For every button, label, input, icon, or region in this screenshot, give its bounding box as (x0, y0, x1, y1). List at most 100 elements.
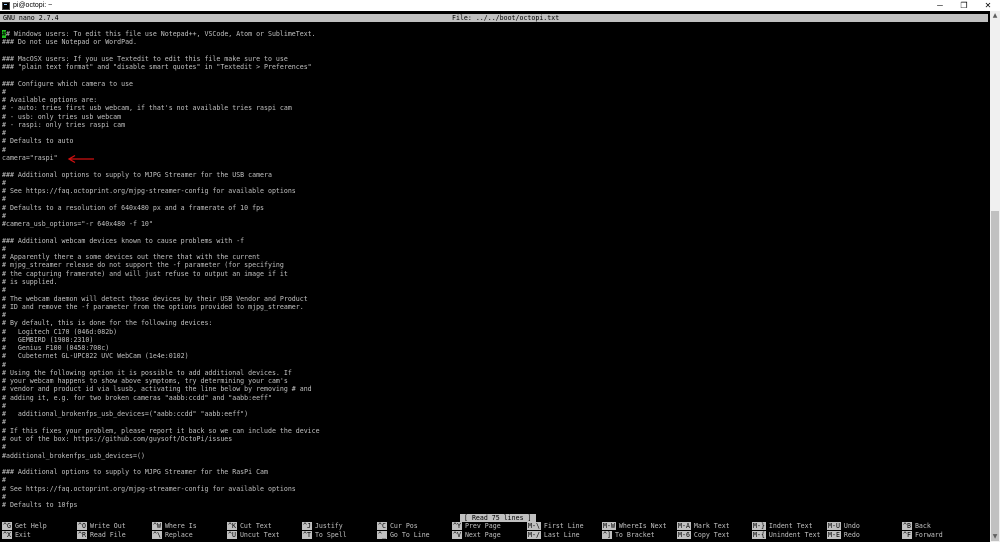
shortcut-indent-text[interactable]: M-} Indent Text (752, 522, 813, 531)
shortcut-undo[interactable]: M-U Undo (827, 522, 860, 531)
shortcut-key: ^B (902, 522, 912, 530)
editor-line: ### MacOSX users: If you use Textedit to… (2, 54, 288, 63)
editor-line: # (2, 443, 6, 452)
editor-line: ### Additional webcam devices known to c… (2, 236, 245, 245)
shortcut-key: ^J (302, 522, 312, 530)
shortcut-cut-text[interactable]: ^K Cut Text (227, 522, 272, 531)
editor-line: # The webcam daemon will detect those de… (2, 294, 308, 303)
shortcut-label: To Spell (314, 531, 347, 539)
shortcut-read-file[interactable]: ^R Read File (77, 531, 126, 540)
shortcut-key: ^W (152, 522, 162, 530)
maximize-button[interactable]: ❐ (952, 0, 976, 11)
editor-line: # (2, 401, 6, 410)
shortcut-whereis-next[interactable]: M-W WhereIs Next (602, 522, 667, 531)
shortcut-key: ^Y (452, 522, 462, 530)
close-button[interactable]: ✕ (976, 0, 1000, 11)
shortcut-key: ^\ (152, 531, 162, 539)
editor-line: # - raspi: only tries raspi cam (2, 120, 126, 129)
scroll-down-icon[interactable]: ▼ (990, 532, 1000, 542)
shortcut-label: Cut Text (239, 522, 272, 530)
editor-line: # Defaults to 10fps (2, 501, 78, 510)
shortcut-key: M-{ (752, 531, 766, 539)
shortcut-label: Prev Page (464, 522, 501, 530)
left-arrow-icon (67, 154, 94, 164)
shortcut-label: Get Help (14, 522, 47, 530)
shortcut-key: ^U (227, 531, 237, 539)
shortcut-key: ^X (2, 531, 12, 539)
shortcut-first-line[interactable]: M-\ First Line (527, 522, 584, 531)
shortcut-label: Justify (314, 522, 343, 530)
shortcut-label: WhereIs Next (618, 522, 667, 530)
editor-line: # (2, 195, 6, 204)
shortcut-redo[interactable]: M-E Redo (827, 531, 860, 540)
shortcut-forward[interactable]: ^F Forward (902, 531, 943, 540)
editor-line: # Cubeternet GL-UPC822 UVC WebCam (1e4e:… (2, 352, 189, 361)
editor-line: # (2, 145, 6, 154)
editor-line: # (2, 360, 6, 369)
shortcut-key: ^V (452, 531, 462, 539)
shortcut-write-out[interactable]: ^O Write Out (77, 522, 126, 531)
editor-line: camera="raspi" (2, 153, 58, 162)
shortcut-unindent-text[interactable]: M-{Unindent Text (752, 531, 821, 540)
editor-line: # (2, 476, 6, 485)
editor-line: # By default, this is done for the follo… (2, 319, 213, 328)
editor-line: #additional_brokenfps_usb_devices=() (2, 451, 145, 460)
shortcut-key: ^K (227, 522, 237, 530)
editor-line: # Apparently there a some devices out th… (2, 253, 261, 262)
editor-line: # If this fixes your problem, please rep… (2, 426, 320, 435)
shortcut-cur-pos[interactable]: ^C Cur Pos (377, 522, 418, 531)
shortcut-key: M-} (752, 522, 766, 530)
shortcut-get-help[interactable]: ^G Get Help (2, 522, 47, 531)
minimize-button[interactable]: ─ (928, 0, 952, 11)
scroll-up-icon[interactable]: ▲ (990, 11, 1000, 21)
shortcut-label: Next Page (464, 531, 501, 539)
shortcut-back[interactable]: ^B Back (902, 522, 931, 531)
shortcut-prev-page[interactable]: ^Y Prev Page (452, 522, 501, 531)
editor-line: #camera_usb_options="-r 640x480 -f 10" (2, 220, 153, 229)
shortcut-last-line[interactable]: M-/Last Line (527, 531, 580, 540)
editor-line: # additional_brokenfps_usb_devices=("aab… (2, 410, 249, 419)
editor-line: # (2, 311, 6, 320)
scrollbar-thumb[interactable] (991, 211, 999, 541)
shortcut-next-page[interactable]: ^V Next Page (452, 531, 501, 540)
editor-line: # Using the following option it is possi… (2, 368, 292, 377)
editor-text-area[interactable]: # # Windows users: To edit this file use … (2, 30, 987, 509)
shortcut-label: Undo (843, 522, 860, 530)
shortcut-key: M-/ (527, 531, 541, 539)
editor-line: ### Do not use Notepad or WordPad. (2, 38, 137, 47)
shortcut-label: To Bracket (614, 531, 655, 539)
shortcut-bar: ^G Get Help ^X Exit ^O Write Out ^R Read File ^W… (2, 522, 987, 540)
shortcut-key: ^_ (377, 531, 387, 539)
shortcut-uncut-text[interactable]: ^U Uncut Text (227, 531, 280, 540)
editor-line: # See https://faq.octoprint.org/mjpg-str… (2, 484, 296, 493)
shortcut-copy-text[interactable]: M-6 Copy Text (677, 531, 730, 540)
editor-line: # vendor and product id via lsusb, activ… (2, 385, 312, 394)
shortcut-to-bracket[interactable]: ^] To Bracket (602, 531, 655, 540)
shortcut-key: ^G (2, 522, 12, 530)
shortcut-to-spell[interactable]: ^T To Spell (302, 531, 347, 540)
shortcut-where-is[interactable]: ^W Where Is (152, 522, 197, 531)
editor-line: # - usb: only tries usb webcam (2, 112, 122, 121)
shortcut-mark-text[interactable]: M-A Mark Text (677, 522, 730, 531)
shortcut-exit[interactable]: ^X Exit (2, 531, 31, 540)
editor-line: # Available options are: (2, 96, 98, 105)
shortcut-justify[interactable]: ^J Justify (302, 522, 343, 531)
editor-line: # the capturing framerate) and will just… (2, 269, 288, 278)
editor-line: # Logitech C170 (046d:082b) (2, 327, 118, 336)
editor-line: # (2, 244, 6, 253)
editor-line: # (2, 211, 6, 220)
editor-line: # (2, 178, 6, 187)
shortcut-key: ^] (602, 531, 612, 539)
editor-line: # Defaults to auto (2, 137, 74, 146)
shortcut-label: Replace (164, 531, 193, 539)
shortcut-replace[interactable]: ^\ Replace (152, 531, 193, 540)
scrollbar[interactable]: ▲ ▼ (990, 11, 1000, 542)
editor-line: # is supplied. (2, 277, 58, 286)
shortcut-label: Copy Text (693, 531, 730, 539)
editor-line: ### Additional options to supply to MJPG… (2, 170, 272, 179)
shortcut-label: Back (914, 522, 931, 530)
file-name: File: ../../boot/octopi.txt (452, 14, 560, 22)
shortcut-go-to-line[interactable]: ^_ Go To Line (377, 531, 430, 540)
